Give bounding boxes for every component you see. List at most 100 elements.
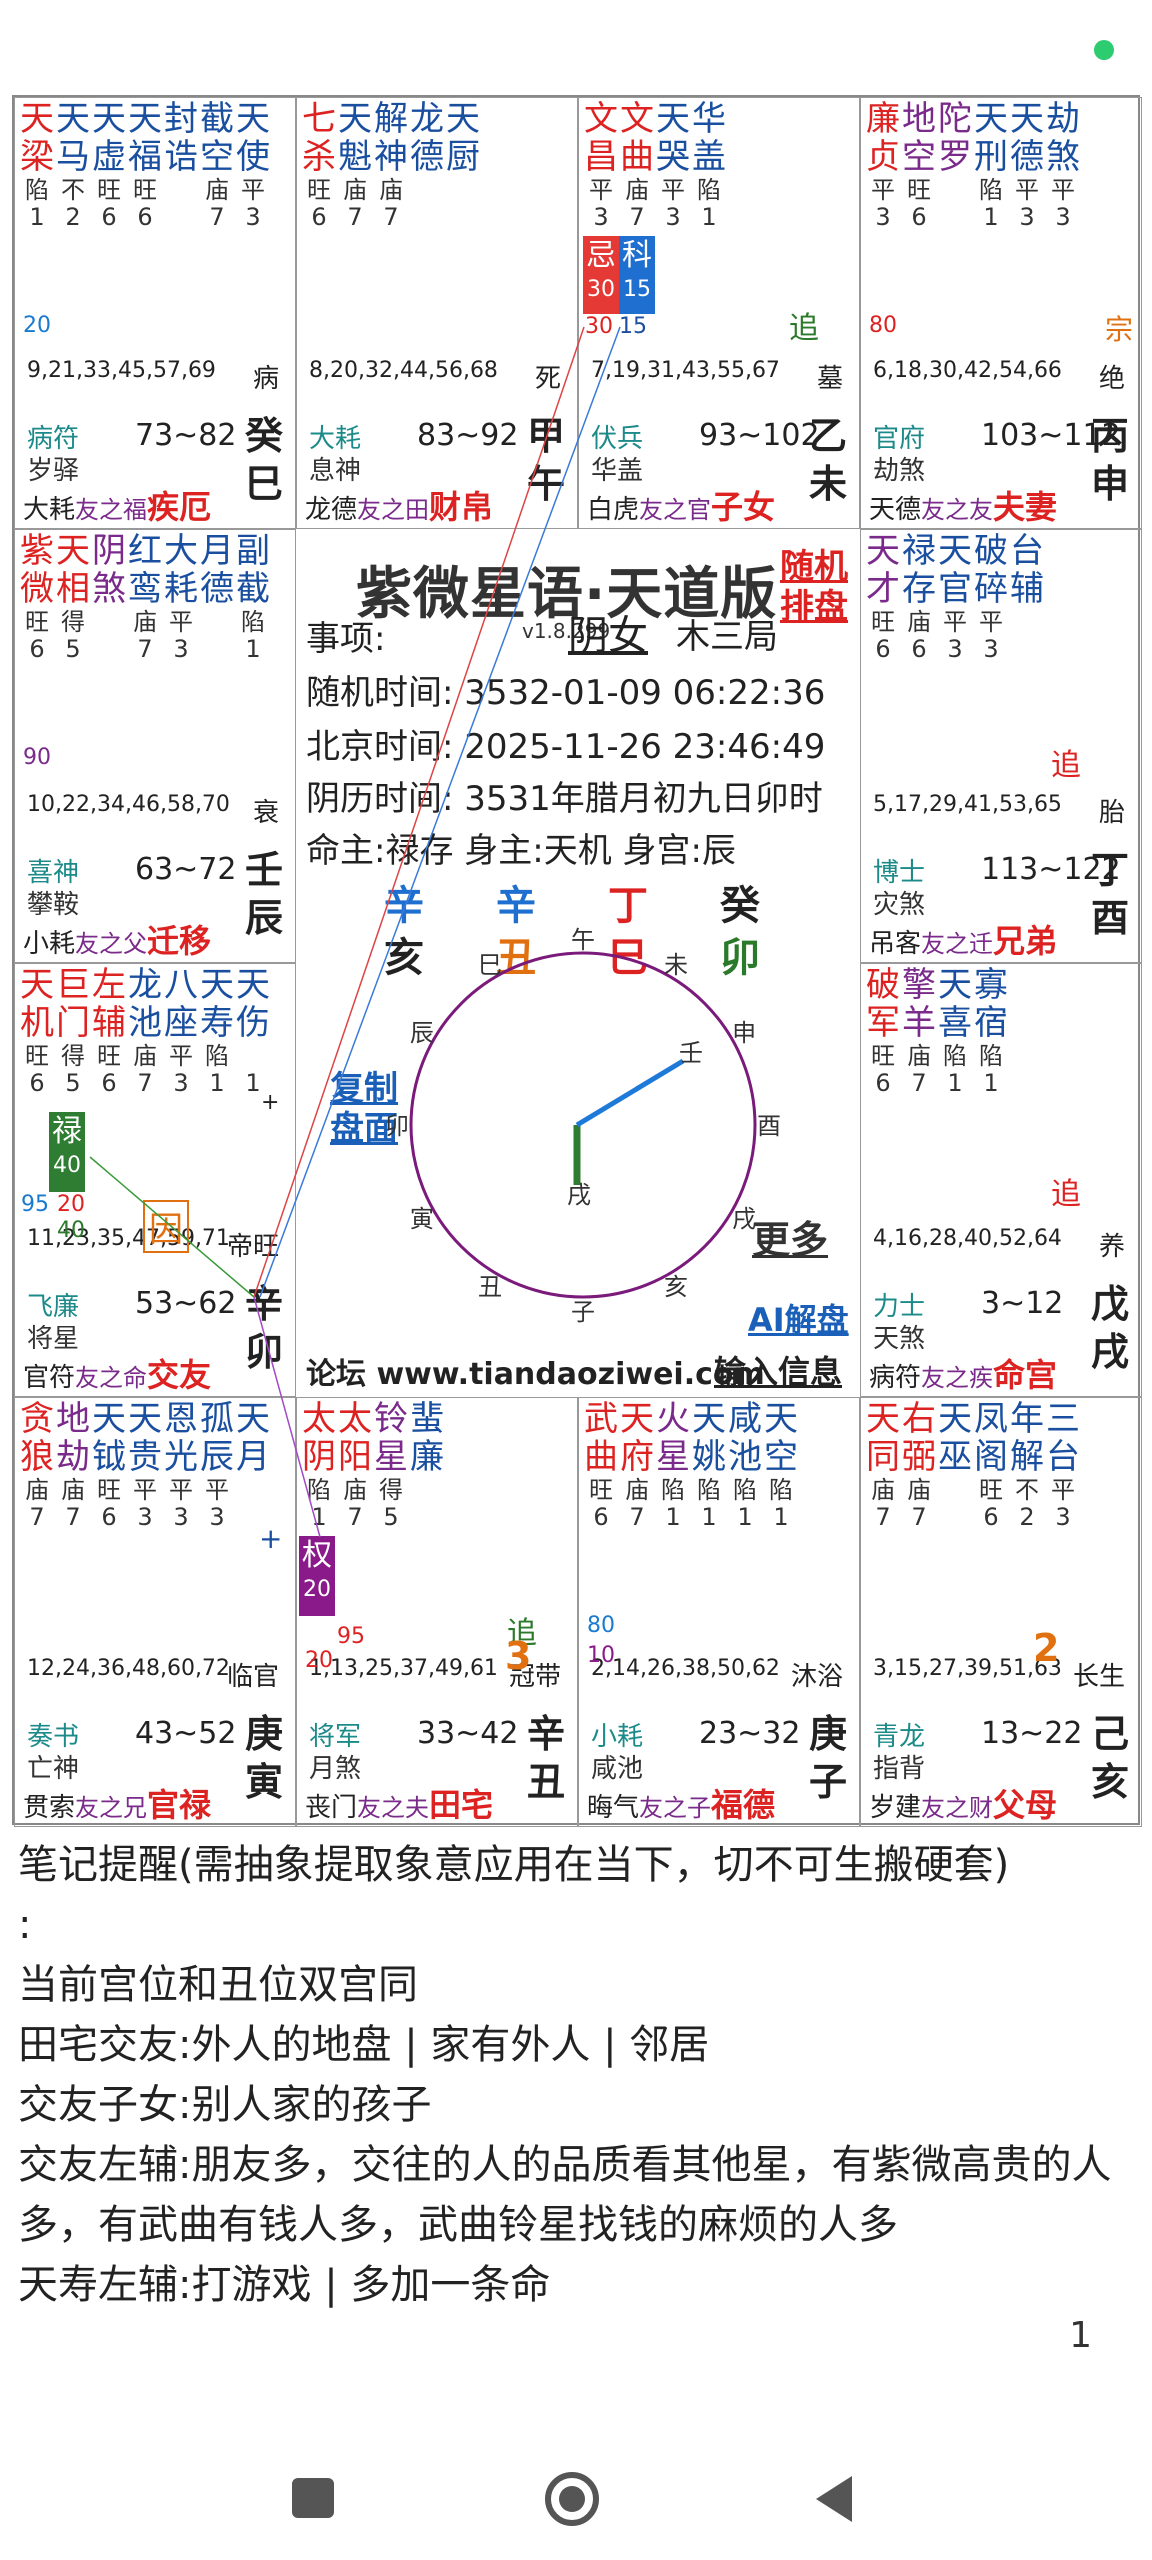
star-2[interactable]: 天虚旺6 <box>91 100 127 230</box>
star-4[interactable]: 年解不2 <box>1009 1400 1045 1530</box>
star-1[interactable]: 地空旺6 <box>901 100 937 230</box>
palace-name: 福德 <box>711 1786 776 1824</box>
star-0[interactable]: 天机旺6 <box>19 966 55 1096</box>
star-2[interactable]: 解神庙7 <box>373 100 409 230</box>
palace-name: 官禄 <box>147 1786 212 1824</box>
star-6[interactable]: 副截陷1 <box>235 532 271 662</box>
star-1[interactable]: 地劫庙7 <box>55 1400 91 1530</box>
star-list: 廉贞平3地空旺6陀罗 天刑陷1天德平3劫煞平3 <box>865 100 1081 230</box>
palace-wu[interactable]: 七杀旺6天魁庙7解神庙7龙德 天厨 8,20,32,44,56,68 死大耗 息神 8… <box>296 97 578 529</box>
star-4[interactable]: 八座平3 <box>163 966 199 1096</box>
heavenly-stem: 辛 <box>526 1712 565 1756</box>
star-0[interactable]: 文昌平3 <box>583 100 619 230</box>
star-2[interactable]: 天喜陷1 <box>937 966 973 1096</box>
star-0[interactable]: 天才旺6 <box>865 532 901 662</box>
palace-wei[interactable]: 文昌平 3 文曲庙 7 天哭平 3 华盖陷 1 7,19,31,43,55,67 墓伏兵 华盖 93~… <box>578 97 860 529</box>
star-1[interactable]: 右弼庙7 <box>901 1400 937 1530</box>
palace-chou[interactable]: 太阴陷1太阳庙7铃星得5蜚廉 1,13,25,37,49,61 冠带 将军 月煞 33~… <box>296 1397 578 1827</box>
star-1[interactable]: 天府庙7 <box>619 1400 655 1530</box>
star-name-bottom: 才 <box>866 569 900 609</box>
palace-si[interactable]: 天梁陷1天马不2天虚旺6天福旺6封诰 截空庙 7 天使平 3 9,21,33,45,57… <box>14 97 296 529</box>
star-1[interactable]: 禄存庙6 <box>901 532 937 662</box>
star-4[interactable]: 咸池陷1 <box>727 1400 763 1530</box>
star-2[interactable]: 天官平3 <box>937 532 973 662</box>
brightness-num <box>459 204 467 230</box>
star-4[interactable]: 天德平3 <box>1009 100 1045 230</box>
star-6[interactable]: 天伤 1 <box>235 966 271 1096</box>
palace-xu[interactable]: 破军旺 6 擎羊庙 7 天喜陷 1 寡宿陷 1 4,16,28,40,52,64 养力士 天煞 3~1… <box>860 963 1142 1397</box>
star-4[interactable]: 台辅 <box>1009 532 1045 662</box>
palace-yin[interactable]: 贪狼庙7地劫庙7天钺旺6天贵平3恩光平3孤辰平3天月 12,24,36,48,6… <box>14 1397 296 1827</box>
star-2[interactable]: 阴煞 <box>91 532 127 662</box>
palace-mao[interactable]: 天机旺6巨门得5左辅旺6龙池庙7八座平3天寿陷1天伤 1 11,23,35,47,… <box>14 963 296 1397</box>
star-0[interactable]: 七杀旺6 <box>301 100 337 230</box>
brightness-num: 6 <box>101 203 117 231</box>
ziwei-chart: 天梁陷1天马不2天虚旺6天福旺6封诰 截空庙 7 天使平 3 9,21,33,45,57… <box>12 95 1142 1827</box>
palace-footer: 龙德友之田财帛 <box>305 482 493 528</box>
star-3[interactable]: 天福旺6 <box>127 100 163 230</box>
star-0[interactable]: 天同庙7 <box>865 1400 901 1530</box>
star-5[interactable]: 天空陷1 <box>763 1400 799 1530</box>
star-2[interactable]: 天哭平3 <box>655 100 691 230</box>
life-stage: 长生 <box>1072 1662 1125 1692</box>
home-button[interactable] <box>545 2472 599 2526</box>
star-3[interactable]: 天刑陷1 <box>973 100 1009 230</box>
star-3[interactable]: 蜚廉 <box>409 1400 445 1530</box>
footer-star: 岁建 <box>869 1793 922 1823</box>
star-3[interactable]: 寡宿陷1 <box>973 966 1009 1096</box>
star-3[interactable]: 天贵平3 <box>127 1400 163 1530</box>
star-0[interactable]: 太阴陷1 <box>301 1400 337 1530</box>
star-6[interactable]: 天使平3 <box>235 100 271 230</box>
back-button[interactable] <box>812 2474 854 2524</box>
star-3[interactable]: 天姚陷1 <box>691 1400 727 1530</box>
star-1[interactable]: 太阳庙7 <box>337 1400 373 1530</box>
star-6[interactable]: 天月 <box>235 1400 271 1530</box>
star-4[interactable]: 天厨 <box>445 100 481 230</box>
star-2[interactable]: 铃星得5 <box>373 1400 409 1530</box>
star-1[interactable]: 擎羊庙7 <box>901 966 937 1096</box>
star-3[interactable]: 凤阁旺6 <box>973 1400 1009 1530</box>
brightness-num: 3 <box>173 1503 189 1531</box>
star-1[interactable]: 巨门得5 <box>55 966 91 1096</box>
palace-you[interactable]: 天才旺6禄存庙6天官平3破碎平3台辅 5,17,29,41,53,65 胎博士 灾煞… <box>860 529 1142 963</box>
star-0[interactable]: 武曲旺6 <box>583 1400 619 1530</box>
star-0[interactable]: 破军旺6 <box>865 966 901 1096</box>
star-name-bottom: 神 <box>374 137 408 177</box>
star-0[interactable]: 贪狼庙7 <box>19 1400 55 1530</box>
star-5[interactable]: 月德 <box>199 532 235 662</box>
star-2[interactable]: 左辅旺6 <box>91 966 127 1096</box>
star-1[interactable]: 天马不2 <box>55 100 91 230</box>
star-5[interactable]: 劫煞平3 <box>1045 100 1081 230</box>
star-4[interactable]: 恩光平3 <box>163 1400 199 1530</box>
brightness: 庙 <box>205 176 229 204</box>
star-3[interactable]: 华盖陷1 <box>691 100 727 230</box>
star-5[interactable]: 截空庙7 <box>199 100 235 230</box>
star-0[interactable]: 天梁陷1 <box>19 100 55 230</box>
palace-zi[interactable]: 武曲旺 6 天府庙 7 火星陷 1 天姚陷 1 咸池陷 1 天空陷 1 2,14,26,38,50,62… <box>578 1397 860 1827</box>
star-5[interactable]: 三台平3 <box>1045 1400 1081 1530</box>
star-3[interactable]: 红鸾庙7 <box>127 532 163 662</box>
star-1[interactable]: 天相得5 <box>55 532 91 662</box>
star-2[interactable]: 天巫 <box>937 1400 973 1530</box>
star-2[interactable]: 陀罗 <box>937 100 973 230</box>
star-3[interactable]: 破碎平3 <box>973 532 1009 662</box>
star-0[interactable]: 紫微旺6 <box>19 532 55 662</box>
star-1[interactable]: 文曲庙7 <box>619 100 655 230</box>
star-2[interactable]: 天钺旺6 <box>91 1400 127 1530</box>
star-1[interactable]: 天魁庙7 <box>337 100 373 230</box>
clock-ren-label: 壬 <box>679 1039 703 1067</box>
star-2[interactable]: 火星陷1 <box>655 1400 691 1530</box>
star-4[interactable]: 大耗平3 <box>163 532 199 662</box>
palace-shen[interactable]: 廉贞平3地空旺6陀罗 天刑陷 1 天德平 3 劫煞平 3 6,18,30,42,54,66 绝… <box>860 97 1142 529</box>
star-5[interactable]: 天寿陷1 <box>199 966 235 1096</box>
star-5[interactable]: 孤辰平3 <box>199 1400 235 1530</box>
palace-hai[interactable]: 天同庙7右弼庙7天巫 凤阁旺 6 年解不 2 三台平 3 3,15,27,39,51,63 长… <box>860 1397 1142 1827</box>
footer-relation: 友之友 <box>921 496 994 524</box>
palace-chen[interactable]: 紫微旺6天相得5阴煞 红鸾庙7大耗平3月德 副截陷 1 10,22,34,46,58… <box>14 529 296 963</box>
star-4[interactable]: 封诰 <box>163 100 199 230</box>
star-0[interactable]: 廉贞平3 <box>865 100 901 230</box>
recents-button[interactable] <box>292 2478 334 2518</box>
star-3[interactable]: 龙池庙7 <box>127 966 163 1096</box>
notes-panel[interactable]: 笔记提醒(需抽象提取象意应用在当下，切不可生搬硬套) : 当前宫位和丑位双宫同 … <box>18 1835 1138 2315</box>
star-3[interactable]: 龙德 <box>409 100 445 230</box>
